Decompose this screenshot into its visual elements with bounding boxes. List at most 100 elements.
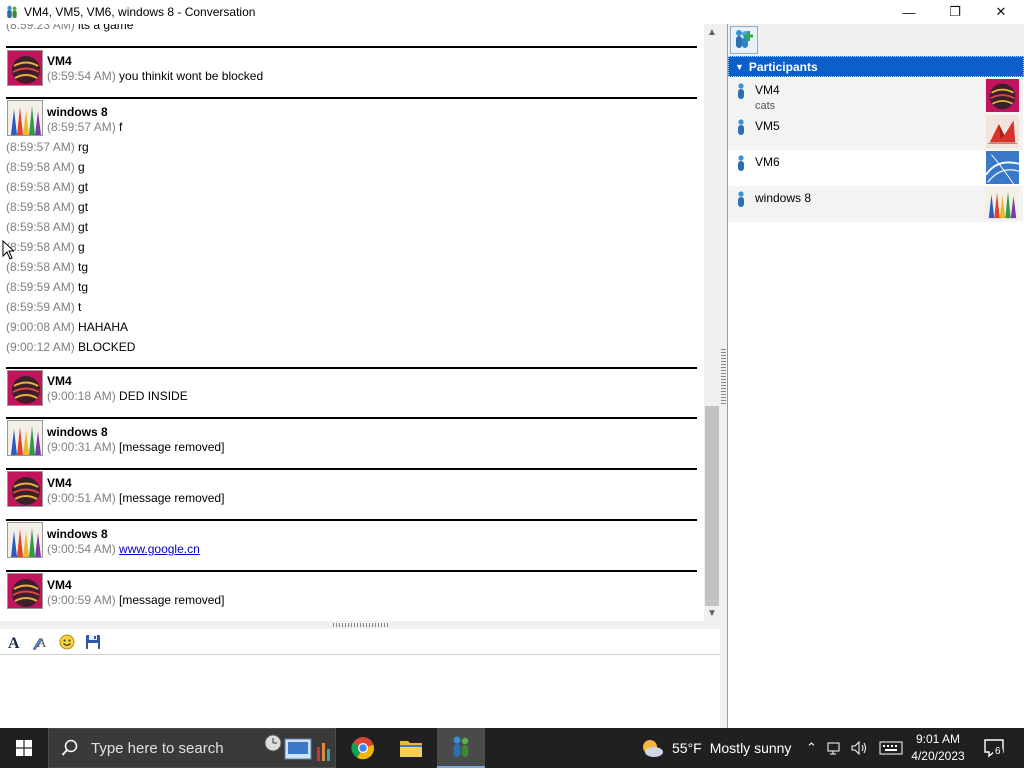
mouse-cursor-icon (2, 240, 14, 260)
message-line: (9:00:08 AM) HAHAHA (6, 320, 128, 338)
add-participant-icon (736, 30, 753, 48)
message-text: [message removed] (119, 440, 225, 454)
participant-name: VM5 (755, 119, 780, 133)
message-line: (8:59:59 AM) t (6, 300, 81, 318)
message-sender: VM4 (47, 54, 72, 68)
message-line: (9:00:51 AM) [message removed] (47, 491, 224, 505)
message-line: (9:00:12 AM) BLOCKED (6, 340, 135, 358)
splitter-grip-icon (333, 623, 388, 627)
close-button[interactable]: ✕ (978, 0, 1024, 24)
system-tray: ⌃ (806, 728, 903, 768)
maximize-button[interactable]: ❐ (932, 0, 978, 24)
emoticon-button[interactable] (56, 631, 78, 653)
search-placeholder: Type here to search (91, 739, 224, 757)
message-time: (8:59:58 AM) (6, 220, 75, 234)
buddy-icon (738, 119, 744, 135)
folder-icon (400, 741, 422, 757)
buddy-icon (738, 191, 744, 207)
buddy-icon (738, 83, 744, 99)
messenger-buddy-icon (7, 5, 17, 18)
start-button[interactable] (0, 728, 48, 768)
avatar-windows-8 (7, 100, 43, 136)
weather-condition: Mostly sunny (709, 740, 792, 756)
message-separator (6, 367, 697, 369)
message-line: (8:59:57 AM) rg (6, 140, 89, 158)
avatar-vm4 (7, 50, 43, 86)
participant-name: VM4 (755, 83, 780, 97)
message-line: (8:59:58 AM) tg (6, 260, 88, 278)
chat-scrollbar[interactable]: ▲ ▼ (704, 24, 720, 621)
scroll-up-icon[interactable]: ▲ (704, 24, 720, 40)
add-participant-button[interactable] (730, 26, 758, 54)
notification-center-button[interactable]: 6 (980, 734, 1008, 762)
message-line: (8:59:23 AM) its a game (6, 24, 133, 36)
message-text: gt (78, 180, 89, 194)
avatar-windows-8 (7, 522, 43, 558)
chevron-up-icon[interactable]: ⌃ (806, 740, 817, 756)
volume-icon[interactable] (851, 741, 869, 755)
message-time: (9:00:54 AM) (47, 542, 116, 556)
participant-item-windows-8[interactable]: windows 8 (728, 186, 1023, 222)
title-bar: VM4, VM5, VM6, windows 8 - Conversation … (0, 0, 1024, 24)
chrome-icon (351, 737, 375, 760)
scroll-down-icon[interactable]: ▼ (704, 605, 720, 621)
avatar-windows-8 (986, 187, 1019, 220)
scrollbar-thumb[interactable] (705, 406, 719, 606)
conversation-history[interactable]: (8:59:23 AM) its a game VM4 (8:59:54 AM)… (0, 24, 720, 621)
participant-item-vm4[interactable]: VM4 cats (728, 78, 1023, 114)
participant-item-vm5[interactable]: VM5 (728, 114, 1023, 150)
weather-widget[interactable]: 55°F Mostly sunny (640, 728, 791, 768)
taskbar-clock[interactable]: 9:01 AM 4/20/2023 (906, 731, 970, 765)
message-link[interactable]: www.google.cn (119, 542, 200, 556)
save-button[interactable] (82, 631, 104, 653)
keyboard-icon[interactable] (879, 741, 903, 755)
message-separator (6, 570, 697, 572)
handwriting-icon: A (32, 635, 47, 650)
message-time: (8:59:59 AM) (6, 300, 75, 314)
message-line: (8:59:58 AM) g (6, 240, 85, 258)
search-highlight-illustration-icon (264, 734, 330, 761)
message-time: (8:59:59 AM) (6, 280, 75, 294)
pane-splitter-vertical[interactable] (720, 24, 727, 728)
participant-item-vm6[interactable]: VM6 (728, 150, 1023, 186)
taskbar-file-explorer[interactable] (387, 728, 435, 768)
font-button[interactable]: A (4, 631, 26, 653)
svg-text:A: A (8, 635, 20, 650)
participants-header[interactable]: ▼ Participants (728, 56, 1024, 77)
taskbar-messenger[interactable] (437, 728, 485, 768)
network-icon[interactable] (827, 741, 843, 755)
message-sender: windows 8 (47, 527, 108, 541)
message-sender: VM4 (47, 578, 72, 592)
pane-splitter-horizontal[interactable] (0, 621, 720, 629)
clock-time: 9:01 AM (915, 732, 961, 746)
message-sender: windows 8 (47, 425, 108, 439)
message-sender: VM4 (47, 476, 72, 490)
participant-name: windows 8 (755, 191, 812, 205)
minimize-button[interactable]: — (886, 0, 932, 24)
avatar-vm4 (7, 573, 43, 609)
restore-icon: ❐ (949, 4, 961, 19)
message-time: (9:00:12 AM) (6, 340, 75, 354)
taskbar-chrome[interactable] (339, 728, 387, 768)
handwriting-button[interactable]: A (30, 631, 52, 653)
message-input[interactable] (0, 656, 720, 728)
message-text: you thinkit wont be blocked (119, 69, 264, 83)
clock-date: 4/20/2023 (911, 749, 965, 763)
message-time: (8:59:57 AM) (47, 120, 116, 134)
participant-name: VM6 (755, 155, 780, 169)
windows-logo-icon (16, 740, 32, 756)
collapse-triangle-icon: ▼ (735, 61, 744, 72)
splitter-grip-icon (721, 349, 726, 404)
message-line: (9:00:59 AM) [message removed] (47, 593, 224, 607)
message-text: g (78, 240, 85, 254)
message-line: (8:59:59 AM) tg (6, 280, 88, 298)
message-text: its a game (78, 24, 134, 32)
message-text: gt (78, 220, 89, 234)
message-time: (8:59:58 AM) (6, 200, 75, 214)
message-text: t (78, 300, 82, 314)
message-text: g (78, 160, 85, 174)
message-text: DED INSIDE (119, 389, 188, 403)
taskbar-search[interactable]: Type here to search (48, 728, 336, 768)
message-separator (6, 519, 697, 521)
message-line: (8:59:54 AM) you thinkit wont be blocked (47, 69, 263, 83)
